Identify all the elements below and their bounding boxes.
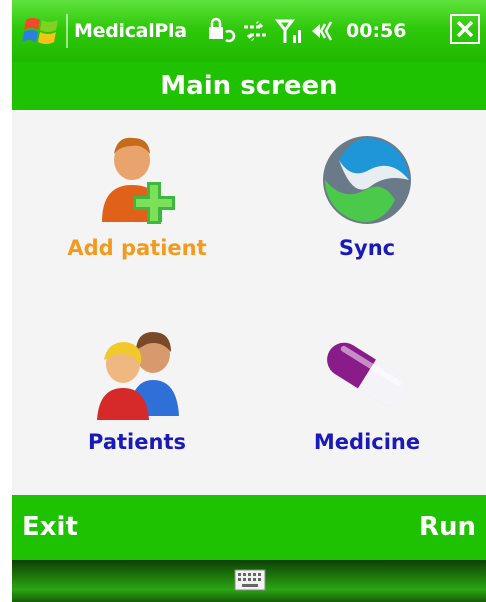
page-title: Main screen (12, 62, 486, 110)
status-separator (66, 14, 68, 48)
main-menu-grid: Add patient Sync Patients Medicine (12, 110, 486, 495)
signal-icon (274, 19, 301, 43)
app-title: MedicalPla (74, 20, 187, 42)
keyboard-icon[interactable] (234, 569, 266, 591)
exit-softkey[interactable]: Exit (22, 512, 78, 542)
input-panel-bar (12, 560, 486, 602)
medicine-tile[interactable]: Medicine (267, 324, 467, 499)
sync-icon (317, 130, 417, 230)
patients-icon (87, 324, 187, 424)
add-patient-label: Add patient (67, 236, 207, 260)
patients-label: Patients (88, 430, 186, 454)
device-screen: MedicalPla 00:56 Main screen Add patient… (12, 0, 486, 602)
windows-flag-icon[interactable] (22, 14, 62, 48)
clock[interactable]: 00:56 (346, 20, 406, 42)
softkey-bar: Exit Run (12, 495, 486, 560)
close-icon[interactable] (450, 14, 480, 44)
add-patient-icon (87, 130, 187, 230)
sync-tile[interactable]: Sync (267, 130, 467, 305)
status-bar: MedicalPla 00:56 (12, 0, 486, 62)
pill-icon (317, 324, 417, 424)
patients-tile[interactable]: Patients (37, 324, 237, 499)
lock-sync-icon (209, 17, 236, 43)
run-softkey[interactable]: Run (419, 512, 476, 542)
sync-label: Sync (338, 236, 396, 260)
add-patient-tile[interactable]: Add patient (37, 130, 237, 305)
connectivity-arrows-icon (244, 20, 266, 42)
volume-icon[interactable] (308, 16, 338, 46)
medicine-label: Medicine (313, 430, 421, 454)
